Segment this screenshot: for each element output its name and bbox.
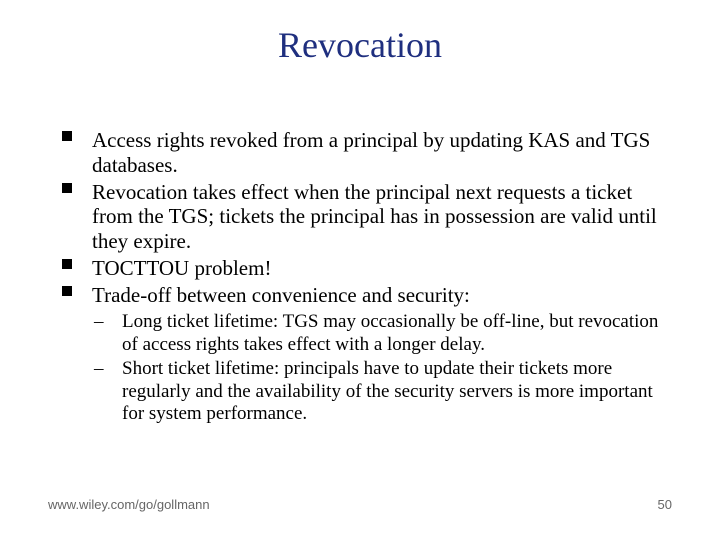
dash-bullet-icon: – [94,311,104,333]
bullet-text: TOCTTOU problem! [92,256,271,280]
slide-number: 50 [658,497,672,512]
square-bullet-icon [62,131,72,141]
dash-bullet-icon: – [94,358,104,380]
bullet-item: Revocation takes effect when the princip… [62,180,662,254]
slide: Revocation Access rights revoked from a … [0,0,720,540]
bullet-item: TOCTTOU problem! [62,256,662,281]
bullet-text: Trade-off between convenience and securi… [92,283,470,307]
sub-bullet-text: Long ticket lifetime: TGS may occasional… [122,311,658,354]
bullet-text: Revocation takes effect when the princip… [92,180,657,254]
bullet-text: Access rights revoked from a principal b… [92,128,650,177]
bullet-item: Access rights revoked from a principal b… [62,128,662,178]
sub-bullet-text: Short ticket lifetime: principals have t… [122,358,653,424]
sub-bullet-item: – Long ticket lifetime: TGS may occasion… [62,311,662,356]
square-bullet-icon [62,183,72,193]
slide-body: Access rights revoked from a principal b… [62,128,662,427]
bullet-item: Trade-off between convenience and securi… [62,283,662,308]
sub-bullet-list: – Long ticket lifetime: TGS may occasion… [62,311,662,425]
slide-title: Revocation [0,24,720,66]
square-bullet-icon [62,286,72,296]
sub-bullet-item: – Short ticket lifetime: principals have… [62,358,662,425]
footer-url: www.wiley.com/go/gollmann [48,497,210,512]
square-bullet-icon [62,259,72,269]
